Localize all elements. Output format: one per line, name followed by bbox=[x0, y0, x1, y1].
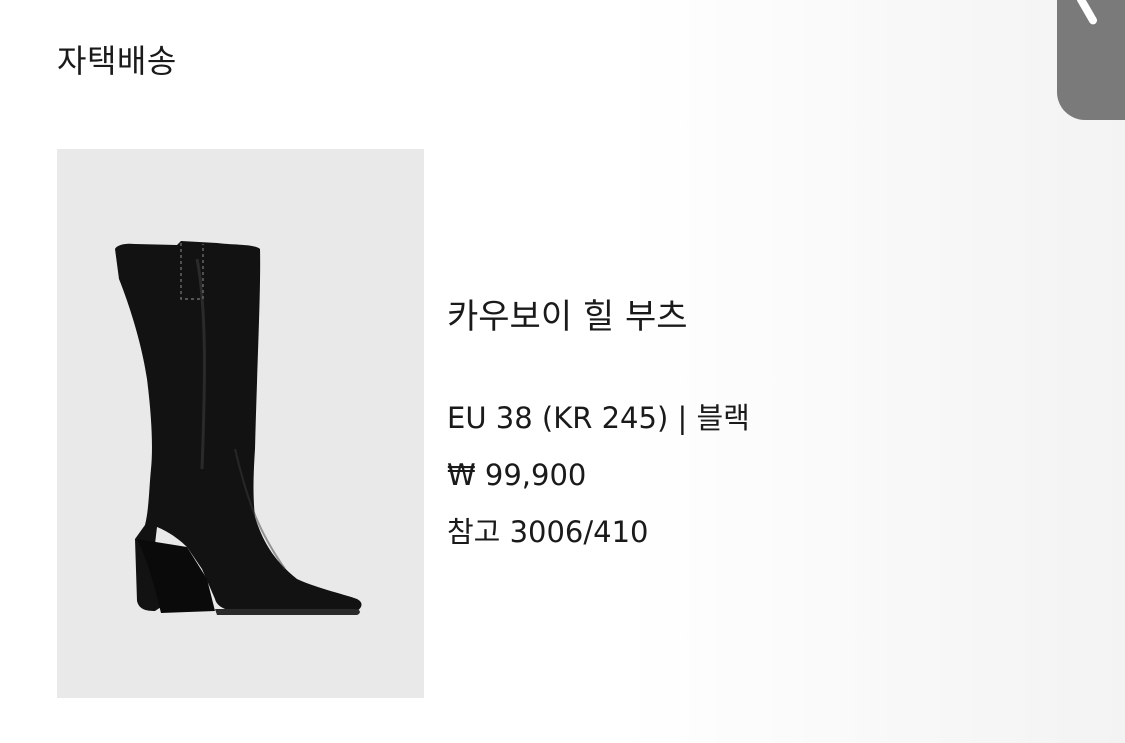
product-info: 카우보이 힐 부츠 EU 38 (KR 245) | 블랙 ₩ 99,900 참… bbox=[447, 289, 947, 571]
product-price: ₩ 99,900 bbox=[447, 458, 587, 492]
product-size-color: EU 38 (KR 245) | 블랙 bbox=[447, 401, 750, 435]
boot-illustration bbox=[115, 241, 362, 615]
product-reference: 참고 3006/410 bbox=[447, 515, 649, 549]
order-item-page: 자택배송 카우보이 힐 부츠 EU 38 (KR 245) | 블랙 ₩ 99,… bbox=[0, 0, 1125, 743]
product-image[interactable] bbox=[57, 149, 424, 698]
delivery-method-title: 자택배송 bbox=[57, 42, 177, 80]
floating-handle-button[interactable] bbox=[1057, 0, 1125, 120]
product-name[interactable]: 카우보이 힐 부츠 bbox=[447, 289, 947, 338]
handle-icon bbox=[1075, 0, 1099, 26]
